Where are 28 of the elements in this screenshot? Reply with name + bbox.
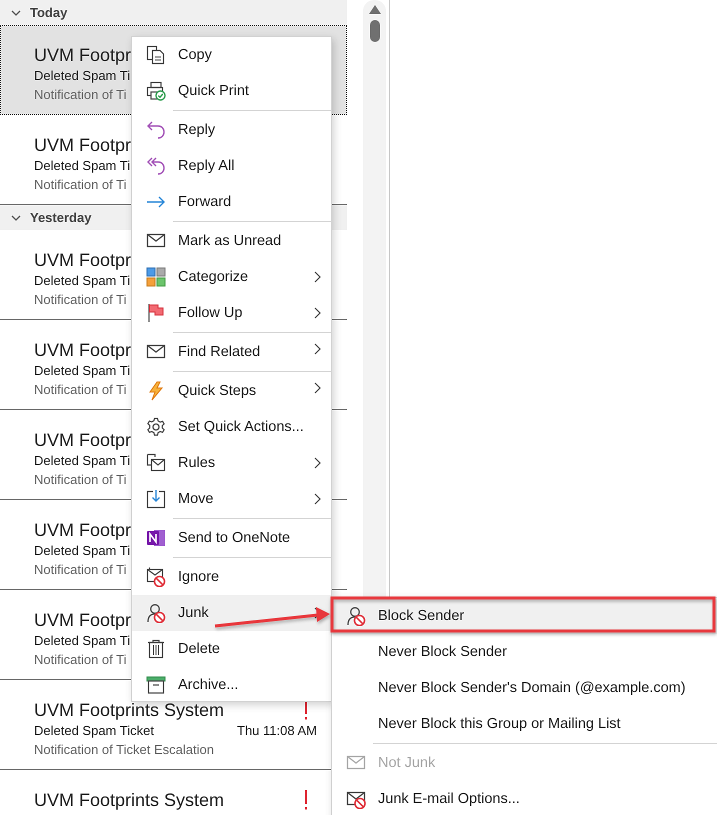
message-subject: Deleted Spam Ti xyxy=(34,67,130,85)
message-preview: Notification of Ti xyxy=(34,176,126,194)
group-header: Yesterday xyxy=(30,210,92,225)
message-subject: Deleted Spam Ti xyxy=(34,632,130,650)
sender-name: UVM Footpr xyxy=(34,135,132,155)
message-time: Thu 11:08 AM xyxy=(237,722,317,740)
message-subject: Deleted Spam Ti xyxy=(34,157,130,175)
message-preview: Notification of Ti xyxy=(34,561,126,579)
sender-name: UVM Footpr xyxy=(34,430,132,450)
message-subject: Deleted Spam Ti xyxy=(34,542,130,560)
sender-name: UVM Footpr xyxy=(34,610,132,630)
sender-name: UVM Footprints System xyxy=(34,790,224,810)
message-preview: Notification of Ti xyxy=(34,381,126,399)
message-preview: Notification of Ticket Escalation xyxy=(34,741,214,759)
sender-name: UVM Footpr xyxy=(34,250,132,270)
sender-name: UVM Footprints System xyxy=(34,700,224,720)
message-subject: Deleted Spam Ti xyxy=(34,362,130,380)
sender-name: UVM Footpr xyxy=(34,45,132,65)
message-subject: Deleted Spam Ti xyxy=(34,272,130,290)
message-preview: Notification of Ti xyxy=(34,86,126,104)
message-subject: Deleted Spam Ti xyxy=(34,452,130,470)
sender-name: UVM Footpr xyxy=(34,520,132,540)
sender-name: UVM Footpr xyxy=(34,340,132,360)
message-preview: Notification of Ti xyxy=(34,291,126,309)
message-subject: Deleted Spam Ticket xyxy=(34,722,154,740)
message-preview: Notification of Ti xyxy=(34,471,126,489)
group-header: Today xyxy=(30,5,68,20)
message-preview: Notification of Ti xyxy=(34,651,126,669)
